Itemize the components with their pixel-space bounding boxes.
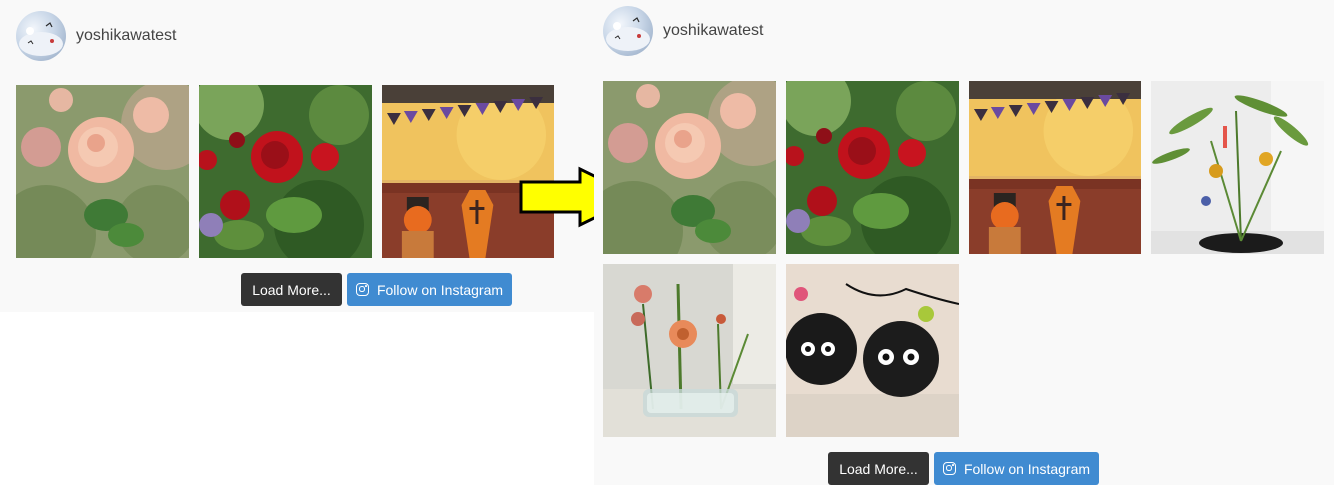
follow-on-instagram-button[interactable]: Follow on Instagram bbox=[934, 452, 1099, 485]
follow-label: Follow on Instagram bbox=[963, 460, 1091, 477]
follow-on-instagram-button[interactable]: Follow on Instagram bbox=[347, 273, 512, 306]
flower-vase-photo[interactable] bbox=[603, 264, 776, 437]
halloween-photo[interactable] bbox=[969, 81, 1141, 254]
username[interactable]: yoshikawatest bbox=[76, 27, 177, 45]
bamboo-ikebana-photo[interactable] bbox=[1151, 81, 1324, 254]
instagram-feed-after: yoshikawatest Load More... Follow on Ins… bbox=[594, 0, 1334, 485]
avatar[interactable] bbox=[603, 6, 653, 56]
load-more-button[interactable]: Load More... bbox=[828, 452, 929, 485]
red-rose-photo[interactable] bbox=[199, 85, 372, 258]
instagram-icon bbox=[355, 283, 369, 296]
pink-rose-photo[interactable] bbox=[603, 81, 776, 254]
avatar[interactable] bbox=[16, 11, 66, 61]
follow-label: Follow on Instagram bbox=[376, 281, 504, 298]
load-more-label: Load More... bbox=[839, 460, 918, 477]
feed-header: yoshikawatest bbox=[16, 11, 177, 61]
pink-rose-photo[interactable] bbox=[16, 85, 189, 258]
red-rose-photo[interactable] bbox=[786, 81, 959, 254]
soot-sprite-photo[interactable] bbox=[786, 264, 959, 437]
feed-header: yoshikawatest bbox=[603, 6, 764, 56]
load-more-label: Load More... bbox=[252, 281, 331, 298]
load-more-button[interactable]: Load More... bbox=[241, 273, 342, 306]
instagram-icon bbox=[942, 462, 956, 475]
username[interactable]: yoshikawatest bbox=[663, 22, 764, 40]
instagram-feed-before: yoshikawatest Load More... Follow on Ins… bbox=[0, 0, 594, 312]
